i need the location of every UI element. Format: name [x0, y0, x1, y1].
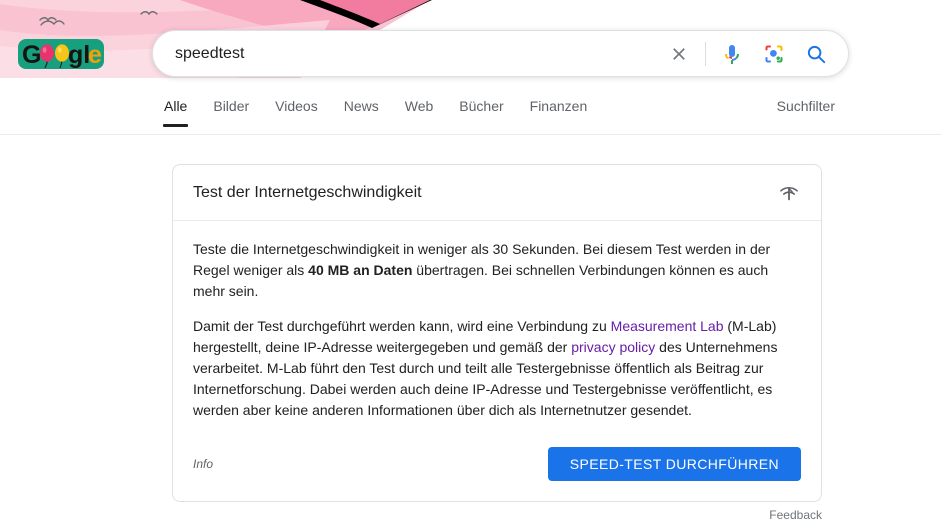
svg-text:e: e — [88, 41, 102, 69]
network-speed-wifi-icon — [777, 181, 801, 205]
data-volume-bold: 40 MB an Daten — [308, 262, 413, 278]
search-bar-icons — [663, 38, 832, 70]
tab-list: Alle Bilder Videos News Web Bücher Finan… — [162, 97, 613, 127]
tab-videos[interactable]: Videos — [275, 97, 318, 126]
speedtest-description-1: Teste die Internetgeschwindigkeit in wen… — [193, 239, 801, 302]
tab-buecher[interactable]: Bücher — [459, 97, 503, 126]
card-header: Test der Internetgeschwindigkeit — [173, 165, 821, 221]
divider — [705, 41, 706, 66]
speedtest-description-2: Damit der Test durchgeführt werden kann,… — [193, 316, 801, 421]
desc2-part1: Damit der Test durchgeführt werden kann,… — [193, 318, 611, 334]
speedtest-card: Test der Internetgeschwindigkeit Teste d… — [172, 164, 822, 502]
tab-bilder[interactable]: Bilder — [213, 97, 249, 126]
feedback-row: Feedback — [172, 508, 822, 522]
tab-web[interactable]: Web — [405, 97, 434, 126]
info-link[interactable]: Info — [193, 457, 213, 471]
card-body: Teste die Internetgeschwindigkeit in wen… — [173, 221, 821, 435]
privacy-policy-link[interactable]: privacy policy — [571, 339, 655, 355]
tab-news[interactable]: News — [344, 97, 379, 126]
close-icon[interactable] — [663, 38, 695, 70]
google-lens-icon[interactable] — [758, 38, 790, 70]
microphone-icon[interactable] — [716, 38, 748, 70]
svg-text:gl: gl — [68, 41, 90, 69]
page-header: G gl e — [0, 0, 941, 97]
card-title: Test der Internetgeschwindigkeit — [193, 183, 422, 201]
google-doodle-logo[interactable]: G gl e — [18, 38, 104, 70]
main-content: Test der Internetgeschwindigkeit Teste d… — [0, 135, 941, 502]
tab-finanzen[interactable]: Finanzen — [530, 97, 588, 126]
card-footer: Info SPEED-TEST DURCHFÜHREN — [173, 435, 821, 501]
tab-alle[interactable]: Alle — [162, 97, 189, 127]
search-filters-button[interactable]: Suchfilter — [777, 97, 835, 115]
search-nav-tabs: Alle Bilder Videos News Web Bücher Finan… — [0, 97, 941, 135]
measurement-lab-link[interactable]: Measurement Lab — [611, 318, 724, 334]
run-speed-test-button[interactable]: SPEED-TEST DURCHFÜHREN — [547, 447, 801, 481]
feedback-link[interactable]: Feedback — [769, 508, 822, 522]
svg-text:G: G — [22, 41, 41, 69]
search-icon[interactable] — [800, 38, 832, 70]
search-input[interactable] — [175, 38, 663, 69]
search-bar[interactable] — [152, 30, 849, 77]
